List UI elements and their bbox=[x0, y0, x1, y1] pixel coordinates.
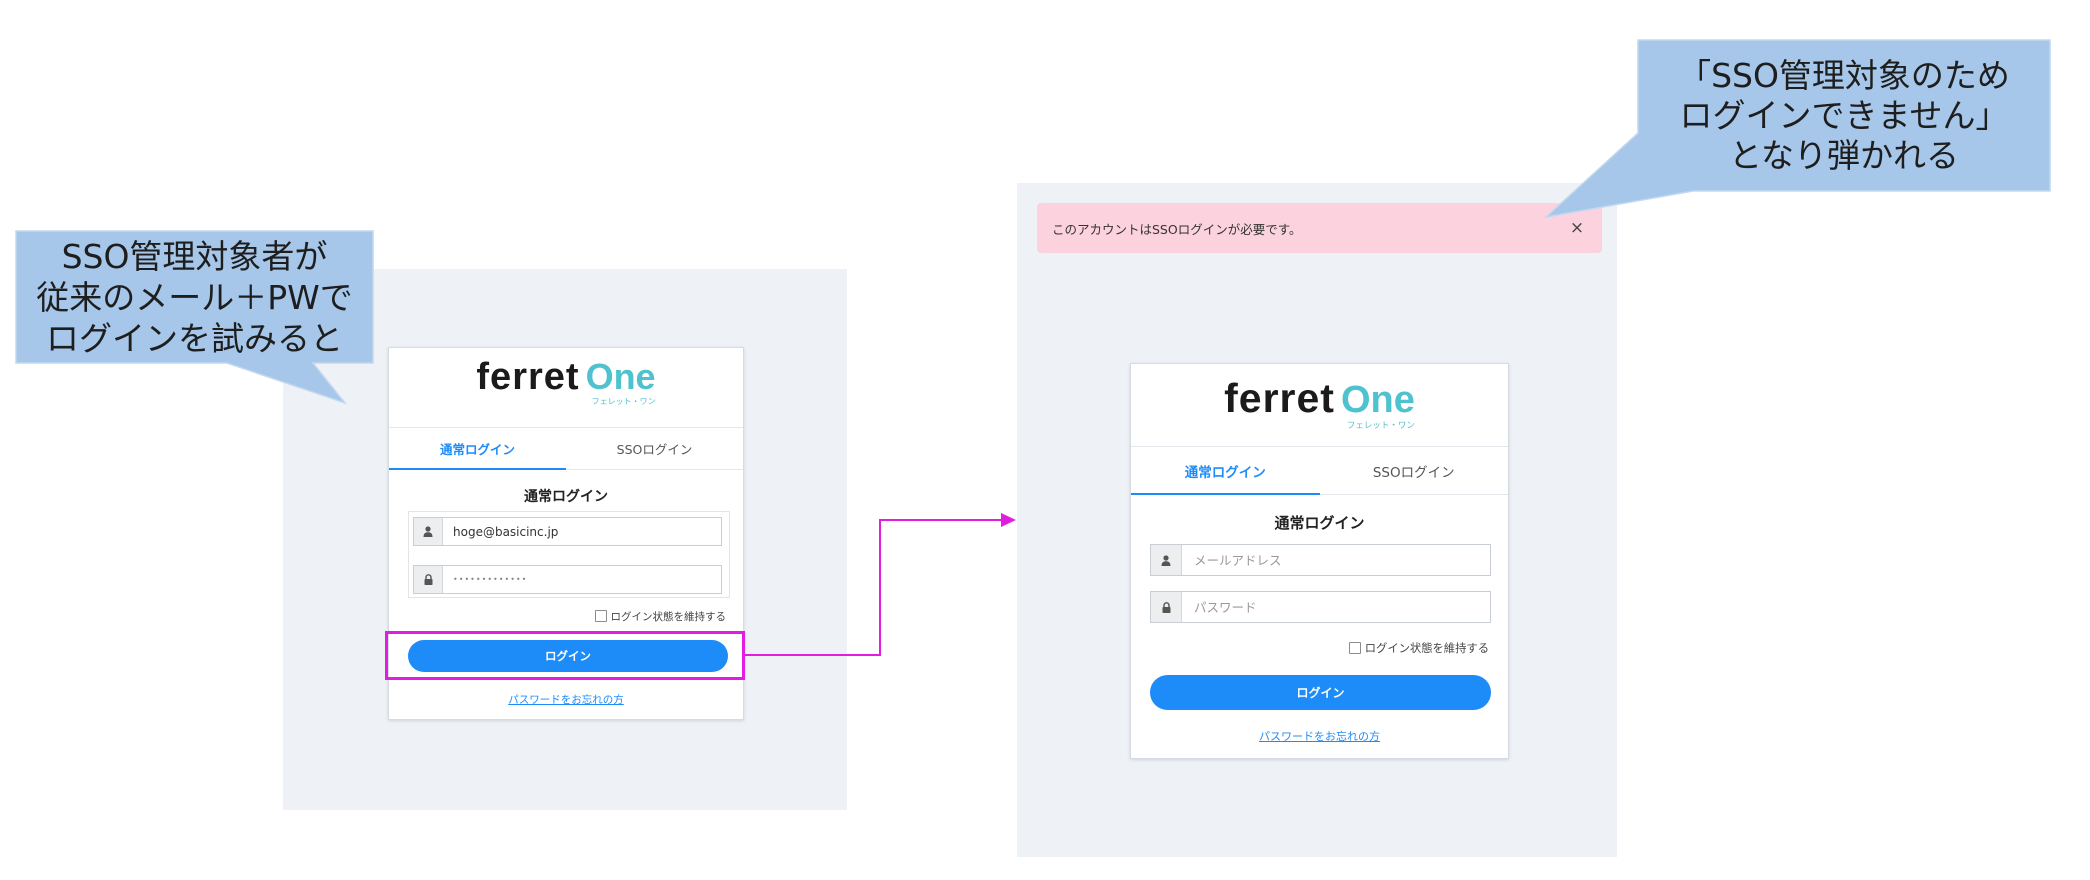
email-field bbox=[1150, 544, 1491, 576]
password-field bbox=[1150, 591, 1491, 623]
ferret-one-logo: ferret One フェレット・ワン bbox=[389, 356, 743, 407]
login-card: ferret One フェレット・ワン 通常ログイン SSOログイン 通常ログイン … bbox=[1130, 363, 1509, 759]
callout-line: 「SSO管理対象のため bbox=[1678, 55, 2010, 95]
remember-me-checkbox[interactable] bbox=[1348, 642, 1361, 654]
login-card: ferret One フェレット・ワン 通常ログイン SSOログイン 通常ログイン … bbox=[388, 347, 744, 720]
tab-sso-login[interactable]: SSOログイン bbox=[1320, 447, 1509, 494]
user-icon bbox=[414, 518, 443, 545]
logo-header: ferret One フェレット・ワン bbox=[389, 348, 743, 428]
tab-label: SSOログイン bbox=[1372, 464, 1455, 481]
password-field bbox=[413, 565, 722, 594]
forgot-password-link[interactable]: パスワードをお忘れの方 bbox=[508, 694, 624, 706]
callout-result: 「SSO管理対象のため ログインできません」 となり弾かれる bbox=[1638, 40, 2050, 191]
remember-me-label: ログイン状態を維持する bbox=[610, 610, 727, 623]
alert-message: このアカウントはSSOログインが必要です。 bbox=[1052, 221, 1302, 237]
logo-accent-text: One bbox=[585, 356, 656, 397]
logo-wordmark: ferret bbox=[476, 356, 580, 398]
remember-me-label: ログイン状態を維持する bbox=[1364, 642, 1489, 655]
password-input[interactable] bbox=[443, 566, 721, 593]
email-input[interactable] bbox=[1182, 545, 1490, 575]
tab-sso-login[interactable]: SSOログイン bbox=[566, 428, 743, 469]
callout-line: ログインできません」 bbox=[1679, 95, 2009, 135]
callout-line: SSO管理対象者が bbox=[61, 236, 328, 276]
user-icon bbox=[1151, 545, 1182, 575]
lock-icon bbox=[1151, 592, 1182, 622]
close-icon[interactable]: × bbox=[1569, 220, 1585, 237]
tab-normal-login[interactable]: 通常ログイン bbox=[1131, 447, 1320, 495]
tab-label: 通常ログイン bbox=[439, 442, 515, 457]
lock-icon bbox=[414, 566, 443, 593]
login-button[interactable]: ログイン bbox=[1150, 675, 1491, 710]
forgot-password-link[interactable]: パスワードをお忘れの方 bbox=[1259, 730, 1380, 743]
remember-me[interactable]: ログイン状態を維持する bbox=[1348, 640, 1489, 656]
after-screen: このアカウントはSSOログインが必要です。 × ferret One フェレット・ワ… bbox=[1017, 183, 1617, 857]
tab-label: SSOログイン bbox=[616, 442, 693, 457]
forgot-password-row: パスワードをお忘れの方 bbox=[1131, 725, 1508, 743]
logo-kana: フェレット・ワン bbox=[591, 397, 656, 406]
form-title: 通常ログイン bbox=[524, 489, 608, 505]
logo-accent: One フェレット・ワン bbox=[1340, 378, 1415, 431]
logo-accent: One フェレット・ワン bbox=[585, 356, 656, 407]
email-input[interactable] bbox=[443, 518, 721, 545]
form-title: 通常ログイン bbox=[1274, 514, 1365, 532]
login-button[interactable]: ログイン bbox=[408, 640, 728, 672]
flow-arrow-head bbox=[1001, 513, 1016, 527]
login-tabs: 通常ログイン SSOログイン bbox=[1131, 447, 1508, 495]
remember-me[interactable]: ログイン状態を維持する bbox=[594, 608, 727, 624]
sso-required-alert: このアカウントはSSOログインが必要です。 × bbox=[1037, 203, 1602, 253]
tab-normal-login[interactable]: 通常ログイン bbox=[389, 428, 566, 470]
logo-kana: フェレット・ワン bbox=[1346, 421, 1415, 431]
remember-me-checkbox[interactable] bbox=[594, 610, 607, 622]
ferret-one-logo: ferret One フェレット・ワン bbox=[1131, 375, 1508, 431]
password-input[interactable] bbox=[1182, 592, 1490, 622]
logo-wordmark: ferret bbox=[1224, 375, 1335, 421]
email-field bbox=[413, 517, 722, 546]
login-tabs: 通常ログイン SSOログイン bbox=[389, 428, 743, 470]
logo-accent-text: One bbox=[1340, 379, 1415, 421]
callout-line: となり弾かれる bbox=[1728, 135, 1959, 175]
logo-header: ferret One フェレット・ワン bbox=[1131, 364, 1508, 447]
callout-line: ログインを試みると bbox=[46, 318, 343, 358]
forgot-password-row: パスワードをお忘れの方 bbox=[389, 688, 743, 706]
callout-attempt: SSO管理対象者が 従来のメール＋PWで ログインを試みると bbox=[16, 231, 373, 363]
tab-label: 通常ログイン bbox=[1184, 464, 1266, 481]
callout-line: 従来のメール＋PWで bbox=[36, 277, 353, 317]
